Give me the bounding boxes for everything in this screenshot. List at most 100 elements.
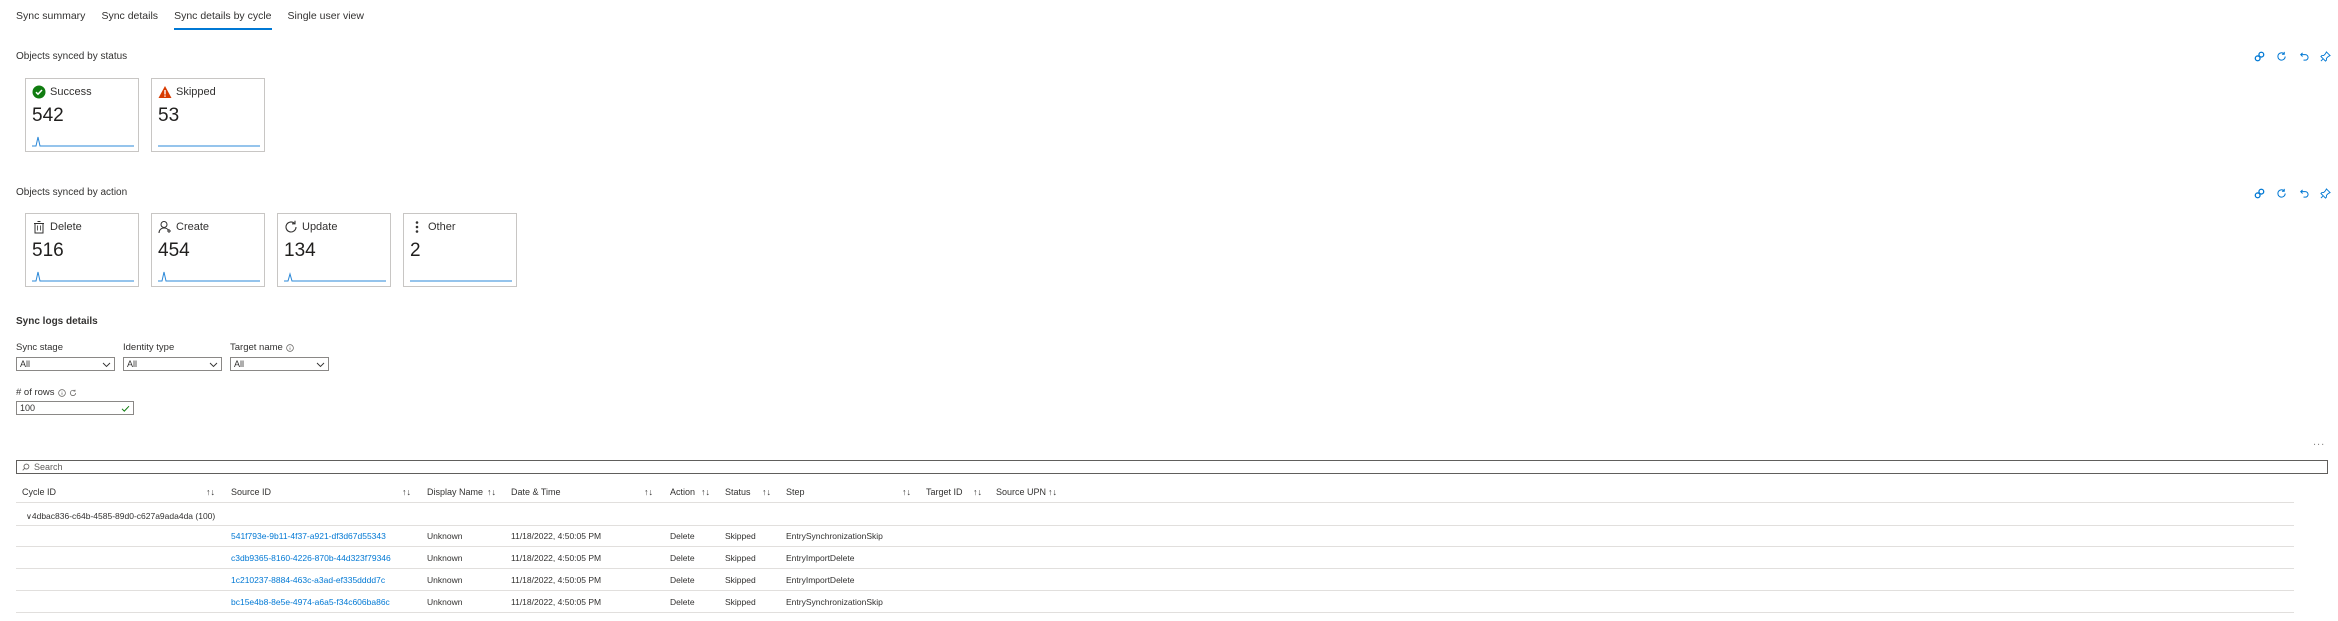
column-header-target-id[interactable]: Target ID <box>926 487 963 497</box>
tile-label: Other <box>428 221 456 233</box>
tile-create[interactable]: Create 454 <box>151 213 265 287</box>
filter-label: # of rows <box>16 387 55 398</box>
refresh-icon[interactable] <box>2275 187 2287 199</box>
sort-icon[interactable]: ↑↓ <box>206 487 215 497</box>
tab-bar: Sync summary Sync details Sync details b… <box>16 10 380 30</box>
column-header-source-id[interactable]: Source ID <box>231 487 271 497</box>
filter-label: Identity type <box>123 342 175 353</box>
status-cell: Skipped <box>725 575 756 585</box>
field-value: 100 <box>20 403 36 413</box>
step-cell: EntryImportDelete <box>786 553 855 563</box>
refresh-icon[interactable] <box>69 389 77 397</box>
divider <box>16 568 2294 569</box>
search-input[interactable]: Search <box>34 462 63 472</box>
sparkline <box>284 272 386 282</box>
success-check-icon <box>32 85 46 99</box>
pin-icon[interactable] <box>2319 50 2331 62</box>
tile-value: 516 <box>32 240 64 261</box>
sort-icon[interactable]: ↑↓ <box>701 487 710 497</box>
tile-value: 2 <box>410 240 421 261</box>
date-cell: 11/18/2022, 4:50:05 PM <box>511 531 602 541</box>
filter-label: Target name <box>230 342 283 353</box>
sync-stage-dropdown[interactable]: All <box>16 357 115 371</box>
action-toolbar <box>2253 187 2331 199</box>
tab-sync-details[interactable]: Sync details <box>101 10 158 30</box>
tile-other[interactable]: Other 2 <box>403 213 517 287</box>
action-cell: Delete <box>670 597 695 607</box>
status-cell: Skipped <box>725 531 756 541</box>
action-cell: Delete <box>670 575 695 585</box>
column-header-cycle-id[interactable]: Cycle ID <box>22 487 56 497</box>
tab-sync-details-by-cycle[interactable]: Sync details by cycle <box>174 10 272 30</box>
sort-icon[interactable]: ↑↓ <box>902 487 911 497</box>
source-id-link[interactable]: c3db9365-8160-4226-870b-44d323f79346 <box>231 553 391 563</box>
tile-update[interactable]: Update 134 <box>277 213 391 287</box>
refresh-icon[interactable] <box>2275 50 2287 62</box>
link-icon[interactable] <box>2253 50 2265 62</box>
sort-icon[interactable]: ↑↓ <box>644 487 653 497</box>
chevron-down-icon <box>316 362 325 367</box>
display-name-cell: Unknown <box>427 575 463 585</box>
dropdown-value: All <box>20 359 31 369</box>
filter-label: Sync stage <box>16 342 63 353</box>
search-icon <box>22 463 30 471</box>
tile-success[interactable]: Success 542 <box>25 78 139 152</box>
more-options-button[interactable]: ... <box>2313 436 2325 448</box>
source-id-link[interactable]: 541f793e-9b11-4f37-a921-df3d67d55343 <box>231 531 386 541</box>
tile-label: Success <box>50 86 92 98</box>
column-header-source-upn[interactable]: Source UPN <box>996 487 1046 497</box>
sparkline <box>158 271 260 282</box>
action-section-title: Objects synced by action <box>16 187 128 198</box>
logs-title: Sync logs details <box>16 316 98 327</box>
sort-icon[interactable]: ↑↓ <box>402 487 411 497</box>
column-header-status[interactable]: Status <box>725 487 751 497</box>
sort-icon[interactable]: ↑↓ <box>973 487 982 497</box>
info-icon[interactable] <box>57 388 66 397</box>
refresh-icon <box>285 220 297 233</box>
tile-label: Skipped <box>176 86 216 98</box>
tile-value: 454 <box>158 240 190 261</box>
column-header-display-name[interactable]: Display Name <box>427 487 483 497</box>
undo-icon[interactable] <box>2297 50 2309 62</box>
tile-label: Delete <box>50 221 82 233</box>
step-cell: EntryImportDelete <box>786 575 855 585</box>
target-name-dropdown[interactable]: All <box>230 357 329 371</box>
sort-icon[interactable]: ↑↓ <box>487 487 496 497</box>
date-cell: 11/18/2022, 4:50:05 PM <box>511 597 602 607</box>
divider <box>16 590 2294 591</box>
info-icon[interactable] <box>286 343 294 352</box>
rows-count-field[interactable]: 100 <box>16 401 134 415</box>
step-cell: EntrySynchronizationSkip <box>786 531 883 541</box>
column-header-date-time[interactable]: Date & Time <box>511 487 561 497</box>
status-section-title: Objects synced by status <box>16 51 128 62</box>
sparkline <box>158 145 260 147</box>
group-row[interactable]: ∨4dbac836-c64b-4585-89d0-c627a9ada4da (1… <box>26 511 215 521</box>
step-cell: EntrySynchronizationSkip <box>786 597 883 607</box>
tab-sync-summary[interactable]: Sync summary <box>16 10 85 30</box>
status-cell: Skipped <box>725 597 756 607</box>
source-id-link[interactable]: 1c210237-8884-463c-a3ad-ef335dddd7c <box>231 575 385 585</box>
display-name-cell: Unknown <box>427 531 463 541</box>
link-icon[interactable] <box>2253 187 2265 199</box>
date-cell: 11/18/2022, 4:50:05 PM <box>511 553 602 563</box>
filter-label-identity-type: Identity type <box>123 342 174 353</box>
chevron-down-icon <box>102 362 111 367</box>
chevron-down-icon <box>209 362 218 367</box>
search-box[interactable]: Search <box>16 460 2328 474</box>
filter-label-target-name: Target name <box>230 342 294 353</box>
source-id-link[interactable]: bc15e4b8-8e5e-4974-a6a5-f34c606ba86c <box>231 597 390 607</box>
add-user-icon <box>158 221 171 234</box>
tile-delete[interactable]: Delete 516 <box>25 213 139 287</box>
undo-icon[interactable] <box>2297 187 2309 199</box>
sparkline <box>410 280 512 282</box>
column-header-action[interactable]: Action <box>670 487 695 497</box>
sort-icon[interactable]: ↑↓ <box>1048 487 1057 497</box>
tile-skipped[interactable]: Skipped 53 <box>151 78 265 152</box>
action-cell: Delete <box>670 553 695 563</box>
column-header-step[interactable]: Step <box>786 487 805 497</box>
pin-icon[interactable] <box>2319 187 2331 199</box>
action-cell: Delete <box>670 531 695 541</box>
tab-single-user-view[interactable]: Single user view <box>288 10 364 30</box>
sort-icon[interactable]: ↑↓ <box>762 487 771 497</box>
identity-type-dropdown[interactable]: All <box>123 357 222 371</box>
